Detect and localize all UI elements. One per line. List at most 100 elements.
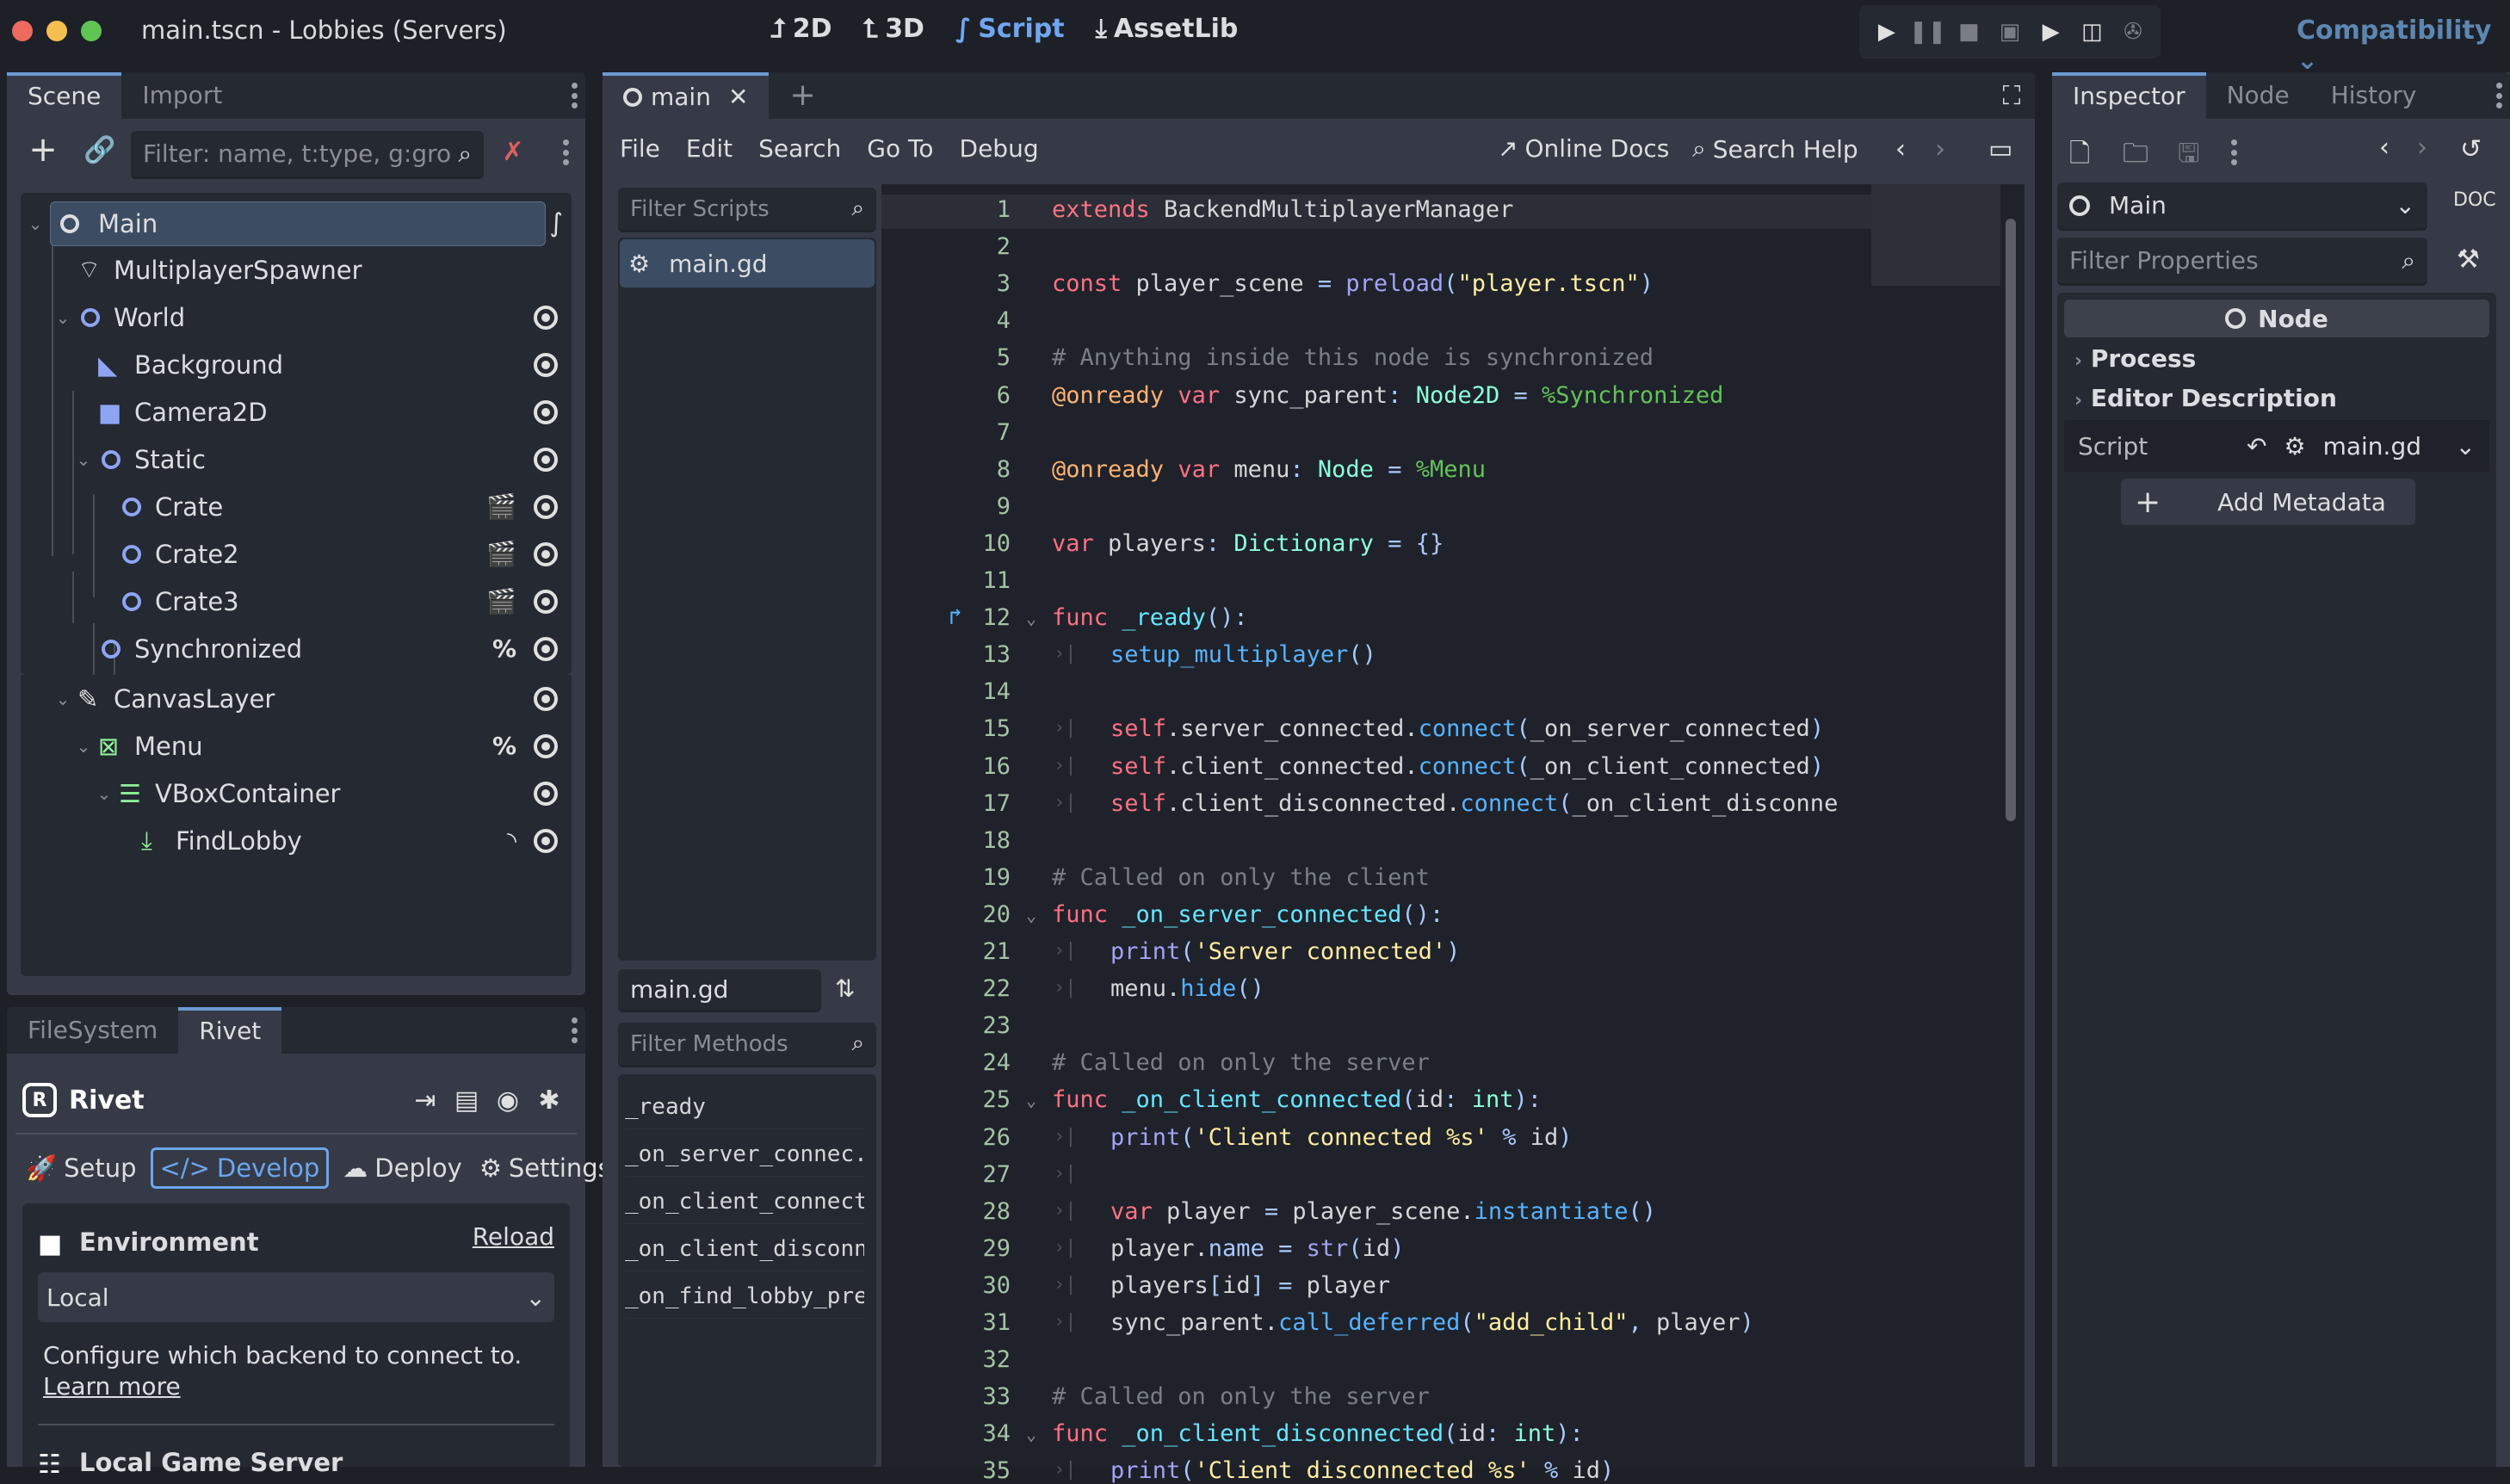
- code-line[interactable]: func _on_server_connected():: [1052, 901, 1444, 928]
- environment-select[interactable]: Local ⌄: [38, 1272, 554, 1322]
- filter-methods-input[interactable]: Filter Methods ⌕: [618, 1023, 876, 1067]
- open-docs-icon[interactable]: DOC: [2453, 189, 2496, 211]
- rivet-nav-setup[interactable]: 🚀 Setup: [22, 1153, 140, 1184]
- code-line[interactable]: setup_multiplayer(): [1110, 641, 1376, 668]
- visibility-toggle-icon[interactable]: [534, 494, 558, 519]
- visibility-toggle-icon[interactable]: [534, 447, 558, 472]
- menu-debug[interactable]: Debug: [960, 134, 1039, 163]
- section-process[interactable]: › Process: [2074, 344, 2196, 373]
- instance-icon[interactable]: 🎬: [486, 540, 516, 568]
- renderer-select[interactable]: Compatibility ⌄: [2297, 15, 2510, 76]
- signal-icon[interactable]: ◝: [507, 826, 516, 855]
- visibility-toggle-icon[interactable]: [534, 686, 558, 711]
- minimap[interactable]: [1871, 184, 2000, 286]
- tree-item-synchronized[interactable]: Synchronized %: [21, 625, 572, 672]
- add-tab-button[interactable]: +: [769, 72, 836, 119]
- tree-item-camera2d[interactable]: ■ Camera2D: [21, 388, 572, 436]
- tree-item-crate2[interactable]: Crate2 🎬: [21, 530, 572, 578]
- tree-item-canvaslayer[interactable]: ⌄ ✎ CanvasLayer: [21, 675, 572, 722]
- mode-script-button[interactable]: ∫ Script: [955, 14, 1065, 44]
- visibility-toggle-icon[interactable]: [534, 781, 558, 806]
- add-node-icon[interactable]: +: [26, 130, 60, 170]
- visibility-toggle-icon[interactable]: [534, 828, 558, 853]
- maximize-window-button[interactable]: [81, 21, 102, 41]
- tree-item-static[interactable]: ⌄ Static: [21, 436, 572, 483]
- history-back-icon[interactable]: ‹: [2379, 133, 2389, 163]
- code-line[interactable]: sync_parent.call_deferred("add_child", p…: [1110, 1309, 1754, 1336]
- code-line[interactable]: # Called on only the server: [1052, 1049, 1430, 1076]
- code-line[interactable]: self.client_disconnected.connect(_on_cli…: [1110, 790, 1838, 817]
- method-list-item[interactable]: _on_find_lobby_pre...: [625, 1274, 864, 1319]
- connected-signal-icon[interactable]: ↱: [949, 604, 962, 630]
- tree-item-vboxcontainer[interactable]: ⌄ ☰ VBoxContainer: [21, 770, 572, 817]
- chevron-down-icon[interactable]: ⌄: [53, 307, 72, 328]
- fold-chevron-icon[interactable]: ⌄: [1026, 1424, 1036, 1444]
- tree-item-menu[interactable]: ⌄ ⊠ Menu %: [21, 722, 572, 770]
- method-list-item[interactable]: _on_server_connec...: [625, 1132, 864, 1177]
- code-line[interactable]: # Called on only the server: [1052, 1383, 1430, 1410]
- tree-item-crate3[interactable]: Crate3 🎬: [21, 578, 572, 625]
- rivet-nav-deploy[interactable]: ☁ Deploy: [339, 1153, 466, 1183]
- pause-icon[interactable]: ❚❚: [1909, 19, 1947, 45]
- code-line[interactable]: func _on_client_connected(id: int):: [1052, 1086, 1542, 1113]
- revert-icon[interactable]: ↶: [2247, 432, 2266, 461]
- bug-icon[interactable]: ✱: [529, 1085, 570, 1116]
- save-icon[interactable]: 🖫: [2178, 134, 2200, 178]
- login-icon[interactable]: ⇥: [405, 1085, 446, 1116]
- toggle-panel-icon[interactable]: ▭: [1988, 134, 2012, 164]
- online-docs-button[interactable]: ↗ Online Docs: [1498, 134, 1669, 163]
- link-icon[interactable]: 🔗: [83, 133, 117, 167]
- tab-history[interactable]: History: [2310, 72, 2438, 119]
- tree-item-crate[interactable]: Crate 🎬: [21, 483, 572, 530]
- filter-scripts-input[interactable]: Filter Scripts ⌕: [618, 188, 876, 232]
- code-line[interactable]: func _ready():: [1052, 604, 1248, 631]
- script-list-item[interactable]: ⚙ main.gd: [620, 239, 875, 288]
- sort-icon[interactable]: ⇅: [835, 974, 855, 1003]
- instance-icon[interactable]: 🎬: [486, 492, 516, 521]
- rivet-nav-develop[interactable]: </> Develop: [150, 1147, 330, 1189]
- dock-menu-icon[interactable]: [570, 83, 578, 108]
- code-line[interactable]: @onready var menu: Node = %Menu: [1052, 456, 1486, 483]
- code-line[interactable]: menu.hide(): [1110, 975, 1264, 1002]
- unique-name-badge[interactable]: %: [492, 732, 516, 760]
- chevron-down-icon[interactable]: ⌄: [2456, 432, 2476, 461]
- close-icon[interactable]: ✕: [728, 77, 748, 118]
- play-icon[interactable]: ▶: [1874, 19, 1900, 45]
- new-resource-icon[interactable]: 🗋: [2069, 134, 2090, 178]
- tab-main[interactable]: main ✕: [603, 72, 770, 119]
- mode-2d-button[interactable]: ⮥ 2D: [770, 14, 832, 44]
- code-line[interactable]: extends BackendMultiplayerManager: [1052, 196, 1513, 223]
- learn-more-link[interactable]: Learn more: [43, 1372, 181, 1401]
- history-back-icon[interactable]: ‹: [1895, 134, 1906, 164]
- code-line[interactable]: player.name = str(id): [1110, 1235, 1404, 1262]
- history-forward-icon[interactable]: ›: [1935, 134, 1945, 164]
- vertical-scrollbar[interactable]: [2006, 219, 2016, 821]
- scene-menu-icon[interactable]: [561, 139, 570, 165]
- code-line[interactable]: func _on_client_disconnected(id: int):: [1052, 1420, 1584, 1447]
- method-list-item[interactable]: _on_client_connected: [625, 1179, 864, 1224]
- movie-maker-icon[interactable]: ✇: [2120, 19, 2146, 45]
- mode-assetlib-button[interactable]: ⤓ AssetLib: [1096, 14, 1239, 44]
- docs-icon[interactable]: ▤: [446, 1085, 487, 1116]
- tab-scene[interactable]: Scene: [7, 72, 122, 119]
- code-line[interactable]: self.client_connected.connect(_on_client…: [1110, 753, 1824, 780]
- code-line[interactable]: players[id] = player: [1110, 1272, 1390, 1299]
- fold-chevron-icon[interactable]: ⌄: [1026, 608, 1036, 628]
- filter-properties-input[interactable]: Filter Properties ⌕: [2057, 238, 2427, 286]
- inspector-menu-icon[interactable]: [2229, 139, 2238, 165]
- tab-rivet[interactable]: Rivet: [178, 1007, 282, 1054]
- object-select[interactable]: Main ⌄: [2057, 182, 2427, 231]
- method-list-item[interactable]: _ready: [625, 1085, 864, 1129]
- tree-item-findlobby[interactable]: ⤓ FindLobby ◝: [21, 817, 572, 864]
- script-value[interactable]: main.gd: [2323, 432, 2456, 461]
- menu-goto[interactable]: Go To: [867, 134, 933, 163]
- tree-item-background[interactable]: ◣ Background: [21, 341, 572, 388]
- play-scene-icon[interactable]: ▶: [2038, 19, 2064, 45]
- minimize-window-button[interactable]: [46, 21, 67, 41]
- code-line[interactable]: const player_scene = preload("player.tsc…: [1052, 270, 1654, 297]
- distraction-free-icon[interactable]: ⛶: [1997, 81, 2026, 111]
- chevron-down-icon[interactable]: ⌄: [26, 213, 45, 234]
- menu-search[interactable]: Search: [758, 134, 841, 163]
- tree-item-multiplayerspawner[interactable]: ⌔ MultiplayerSpawner: [21, 246, 572, 294]
- instance-icon[interactable]: 🎬: [486, 587, 516, 615]
